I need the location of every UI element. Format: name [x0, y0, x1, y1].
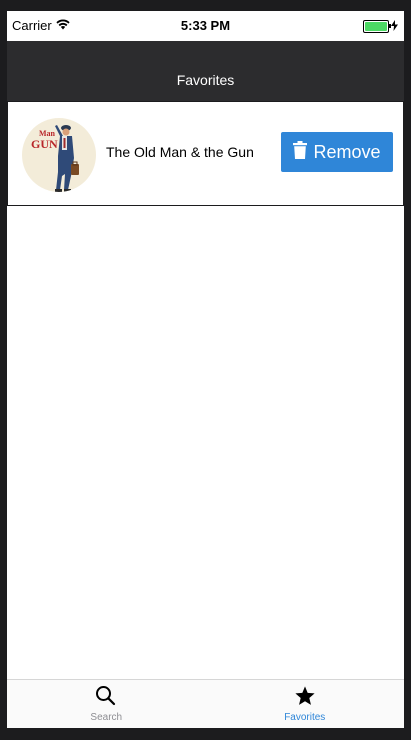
- charging-bolt-icon: [391, 19, 398, 34]
- trash-icon: [293, 140, 308, 164]
- tab-favorites[interactable]: Favorites: [206, 680, 405, 728]
- tab-search-label: Search: [90, 712, 123, 723]
- movie-poster-thumbnail: Man GUN: [22, 118, 96, 192]
- status-right: [363, 19, 398, 34]
- remove-button-label: Remove: [313, 141, 381, 162]
- movie-title: The Old Man & the Gun: [106, 144, 254, 160]
- poster-text-bottom: GUN: [31, 137, 58, 151]
- nav-bar: Favorites: [7, 41, 404, 101]
- search-icon: [7, 685, 206, 707]
- tab-search[interactable]: Search: [7, 680, 206, 728]
- remove-button[interactable]: Remove: [281, 132, 393, 172]
- battery-level: [365, 22, 387, 31]
- favorite-item: Man GUN The Old Man & the Gun Remove: [7, 101, 404, 206]
- favorites-list: Man GUN The Old Man & the Gun Remove: [7, 101, 404, 680]
- star-icon: [206, 685, 405, 707]
- battery-icon: [363, 20, 391, 33]
- app-screen: Carrier 5:33 PM Favorites Man GUN The Ol…: [7, 11, 404, 728]
- tab-bar: Search Favorites: [7, 679, 404, 728]
- poster-art: Man GUN: [31, 125, 79, 192]
- page-title: Favorites: [176, 72, 235, 88]
- status-bar: Carrier 5:33 PM: [7, 11, 404, 41]
- status-time: 5:33 PM: [180, 18, 231, 33]
- tab-favorites-label: Favorites: [284, 712, 326, 723]
